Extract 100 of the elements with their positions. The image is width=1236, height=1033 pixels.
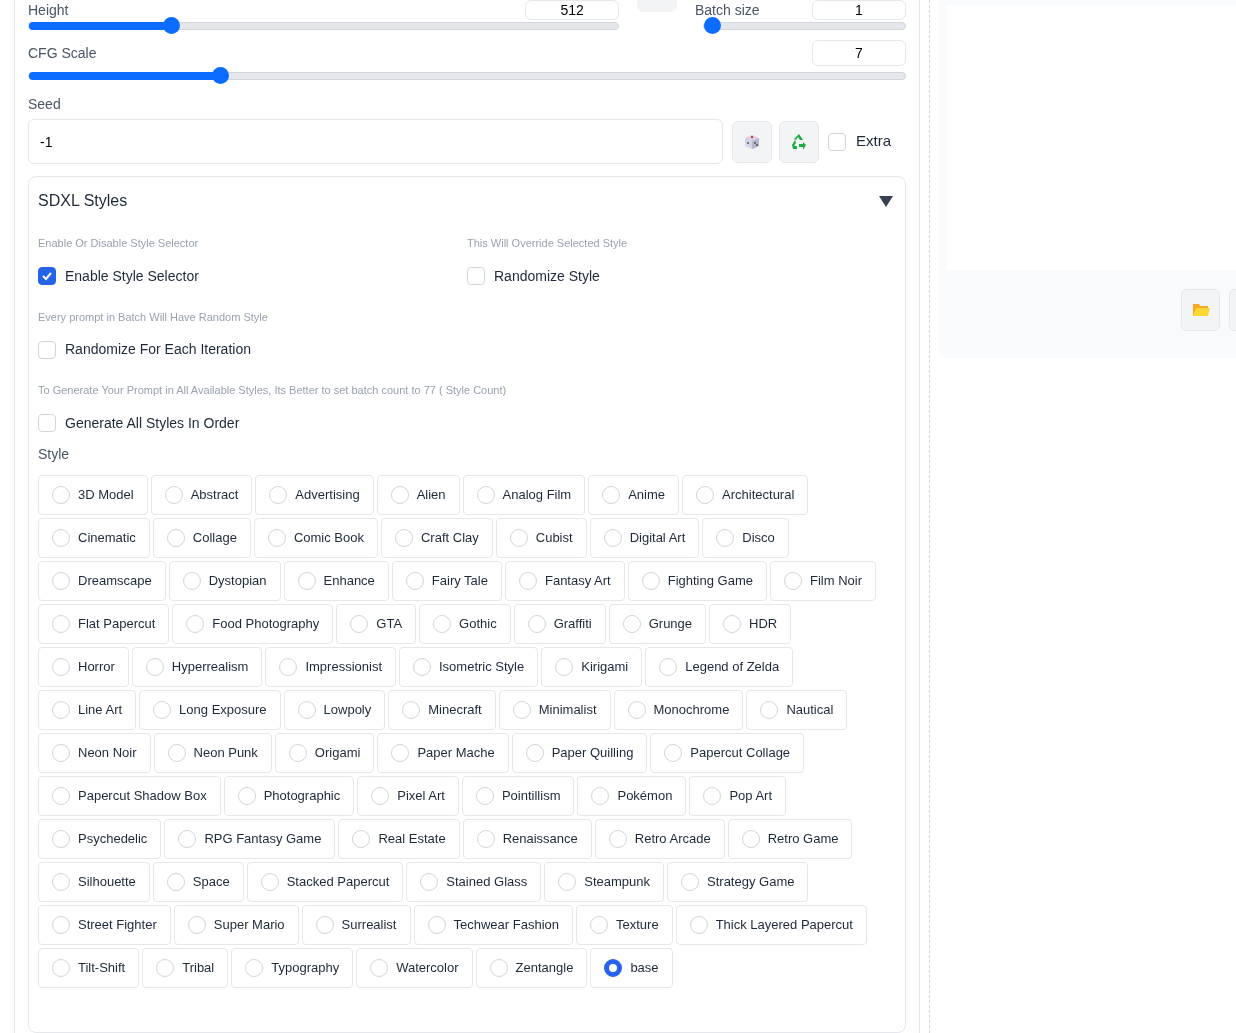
checkbox-label: Generate All Styles In Order: [65, 413, 240, 433]
style-label: Style: [38, 444, 71, 464]
dice-icon: [743, 132, 761, 151]
style-option[interactable]: Surrealist: [301, 904, 411, 945]
style-option[interactable]: Tilt-Shift: [38, 947, 140, 988]
style-option[interactable]: Film Noir: [770, 560, 876, 601]
style-option[interactable]: Stacked Papercut: [246, 861, 404, 902]
style-option[interactable]: Space: [152, 861, 244, 902]
slider-label: Batch size: [695, 0, 760, 20]
checkbox[interactable]: [38, 267, 56, 285]
style-option[interactable]: Impressionist: [265, 646, 396, 687]
style-option[interactable]: Techwear Fashion: [413, 904, 573, 945]
style-option[interactable]: Papercut Shadow Box: [38, 775, 221, 816]
style-option[interactable]: Horror: [38, 646, 129, 687]
style-option[interactable]: Comic Book: [253, 517, 378, 558]
style-option[interactable]: Neon Noir: [38, 732, 151, 773]
style-option[interactable]: Digital Art: [589, 517, 700, 558]
style-option[interactable]: Photographic: [223, 775, 355, 816]
style-option[interactable]: Minimalist: [498, 689, 611, 730]
style-option[interactable]: Texture: [576, 904, 673, 945]
style-option[interactable]: Real Estate: [338, 818, 460, 859]
style-option[interactable]: Alien: [376, 474, 460, 515]
style-option[interactable]: Pixel Art: [357, 775, 459, 816]
style-option[interactable]: Dystopian: [168, 560, 281, 601]
slider-thumb[interactable]: [704, 17, 721, 34]
seed-field[interactable]: -1: [28, 119, 723, 164]
style-option[interactable]: Street Fighter: [38, 904, 171, 945]
style-option[interactable]: HDR: [709, 603, 792, 644]
style-option[interactable]: Analog Film: [462, 474, 586, 515]
style-option[interactable]: Psychedelic: [38, 818, 162, 859]
style-option[interactable]: Kirigami: [541, 646, 643, 687]
style-option[interactable]: Paper Mache: [377, 732, 509, 773]
style-option[interactable]: Line Art: [38, 689, 137, 730]
accordion-header[interactable]: SDXL Styles: [38, 189, 896, 213]
style-option[interactable]: Minecraft: [388, 689, 496, 730]
style-option[interactable]: 3D Model: [38, 474, 148, 515]
style-option[interactable]: Isometric Style: [399, 646, 539, 687]
style-option[interactable]: Tribal: [142, 947, 229, 988]
style-option[interactable]: Renaissance: [462, 818, 592, 859]
style-option[interactable]: Fairy Tale: [391, 560, 502, 601]
style-option[interactable]: Flat Papercut: [38, 603, 170, 644]
style-option[interactable]: Hyperrealism: [131, 646, 263, 687]
style-option[interactable]: Pointillism: [461, 775, 575, 816]
style-option[interactable]: Cinematic: [38, 517, 150, 558]
style-option[interactable]: GTA: [336, 603, 417, 644]
style-option[interactable]: Abstract: [150, 474, 253, 515]
style-option[interactable]: Paper Quilling: [511, 732, 648, 773]
number-field[interactable]: 1: [812, 0, 906, 20]
style-option[interactable]: Monochrome: [613, 689, 744, 730]
number-field[interactable]: 7: [812, 40, 906, 66]
recycle-button[interactable]: [779, 120, 819, 163]
style-option[interactable]: RPG Fantasy Game: [164, 818, 336, 859]
style-option[interactable]: Food Photography: [172, 603, 334, 644]
style-option[interactable]: Dreamscape: [38, 560, 166, 601]
style-option[interactable]: Craft Clay: [380, 517, 493, 558]
style-option[interactable]: Fighting Game: [627, 560, 767, 601]
style-option[interactable]: Lowpoly: [283, 689, 386, 730]
style-option[interactable]: Legend of Zelda: [645, 646, 794, 687]
style-option[interactable]: Super Mario: [173, 904, 299, 945]
style-option[interactable]: Architectural: [682, 474, 809, 515]
style-option[interactable]: Cubist: [495, 517, 587, 558]
style-option[interactable]: Watercolor: [356, 947, 473, 988]
style-option[interactable]: Retro Game: [727, 818, 853, 859]
number-field[interactable]: 512: [525, 0, 620, 20]
style-option[interactable]: Anime: [588, 474, 680, 515]
checkbox-label: Randomize For Each Iteration: [65, 340, 251, 359]
accordion-title: SDXL Styles: [38, 191, 128, 211]
style-option[interactable]: Strategy Game: [667, 861, 809, 902]
style-option[interactable]: Pop Art: [689, 775, 787, 816]
style-option[interactable]: base: [590, 947, 673, 988]
style-option[interactable]: Disco: [702, 517, 789, 558]
style-option[interactable]: Zentangle: [475, 947, 588, 988]
style-option[interactable]: Nautical: [746, 689, 848, 730]
style-option[interactable]: Steampunk: [544, 861, 665, 902]
slider-thumb[interactable]: [211, 67, 229, 84]
style-option[interactable]: Grunge: [608, 603, 707, 644]
style-option[interactable]: Long Exposure: [139, 689, 281, 730]
style-option[interactable]: Collage: [152, 517, 251, 558]
style-option[interactable]: Neon Punk: [153, 732, 272, 773]
style-option[interactable]: Papercut Collage: [650, 732, 805, 773]
style-option[interactable]: Silhouette: [38, 861, 150, 902]
style-option[interactable]: Thick Layered Papercut: [675, 904, 867, 945]
slider-label: Height: [28, 0, 69, 20]
slider-thumb[interactable]: [162, 17, 180, 34]
style-option[interactable]: Fantasy Art: [504, 560, 625, 601]
style-option[interactable]: Graffiti: [513, 603, 606, 644]
folder-button[interactable]: [1181, 289, 1220, 331]
style-option[interactable]: Gothic: [419, 603, 511, 644]
style-option[interactable]: Stained Glass: [406, 861, 542, 902]
radio-button[interactable]: [604, 958, 623, 977]
option-hint: To Generate Your Prompt in All Available Styles, Its Better to set batch count to 77 ( Style Count): [38, 383, 508, 398]
style-option[interactable]: Retro Arcade: [594, 818, 725, 859]
style-option[interactable]: Typography: [231, 947, 354, 988]
folder-icon: [1191, 302, 1210, 318]
style-option[interactable]: Origami: [274, 732, 375, 773]
slider-label: CFG Scale: [28, 43, 97, 63]
style-option[interactable]: Advertising: [255, 474, 374, 515]
style-option[interactable]: Pokémon: [577, 775, 687, 816]
style-option[interactable]: Enhance: [283, 560, 389, 601]
dice-button[interactable]: [732, 120, 772, 163]
